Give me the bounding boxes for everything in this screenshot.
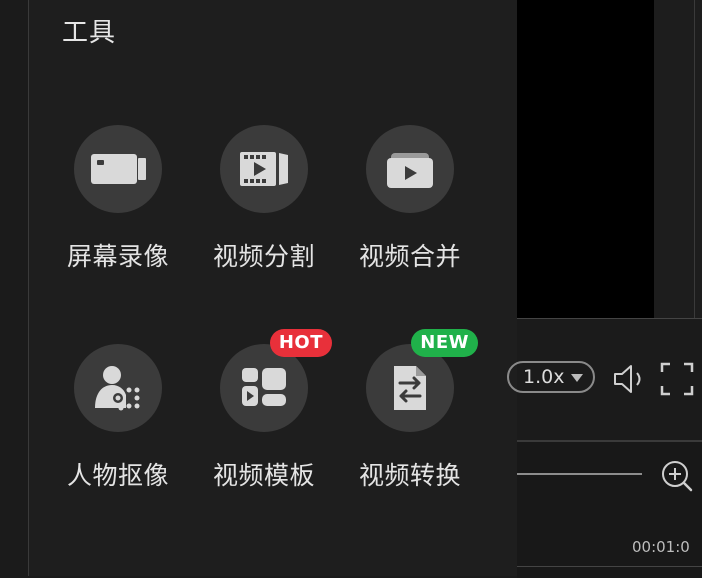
new-badge: NEW [411, 329, 478, 357]
tool-label: 视频转换 [358, 461, 461, 490]
film-split-icon [240, 152, 288, 186]
timeline-area: 00:01:0 [517, 440, 702, 578]
tool-video-merge[interactable]: 视频合并 [345, 125, 475, 273]
file-swap-icon [394, 366, 426, 410]
video-merge-circle[interactable] [366, 125, 454, 213]
tool-portrait-cutout[interactable]: 人物抠像 [53, 344, 183, 492]
video-template-circle[interactable]: HOT [220, 329, 332, 432]
left-strip [0, 0, 28, 576]
tool-video-convert[interactable]: NEW 视频转换 [345, 329, 478, 492]
zoom-slider[interactable] [517, 473, 642, 475]
player-controls: 1.0x [507, 318, 702, 441]
tool-video-template[interactable]: HOT 视频模板 [199, 329, 332, 492]
panel-title: 工具 [62, 18, 117, 48]
portrait-cutout-circle[interactable] [74, 344, 162, 432]
fullscreen-icon[interactable] [659, 361, 695, 397]
tool-screen-record[interactable]: 屏幕录像 [53, 125, 183, 273]
tool-label: 屏幕录像 [66, 242, 169, 271]
zoom-in-icon[interactable] [660, 459, 694, 493]
tool-video-split[interactable]: 视频分割 [199, 125, 329, 273]
speed-select[interactable]: 1.0x [507, 361, 595, 393]
video-preview [517, 0, 654, 318]
tool-label: 视频合并 [358, 242, 461, 271]
stacked-play-icon [387, 153, 433, 188]
volume-icon[interactable] [611, 361, 649, 397]
template-grid-icon [242, 368, 286, 406]
tool-label: 视频模板 [212, 461, 315, 490]
tool-label: 视频分割 [212, 242, 315, 271]
chevron-down-icon [571, 374, 583, 382]
video-convert-circle[interactable]: NEW [366, 329, 478, 432]
speed-value: 1.0x [523, 366, 565, 388]
preview-side [654, 0, 702, 318]
tools-panel: 工具 屏幕录像 视频分割 视频合并 人物抠像 HOT 视频模板 NEW 视频转换 [29, 0, 517, 576]
timeline-ruler [517, 566, 702, 567]
timeline-time-label: 00:01:0 [632, 538, 690, 556]
camera-icon [91, 154, 146, 184]
preview-edge [694, 0, 695, 318]
screen-record-circle[interactable] [74, 125, 162, 213]
hot-badge: HOT [269, 329, 332, 357]
video-split-circle[interactable] [220, 125, 308, 213]
person-cutout-icon [95, 366, 140, 411]
tool-label: 人物抠像 [66, 461, 169, 490]
